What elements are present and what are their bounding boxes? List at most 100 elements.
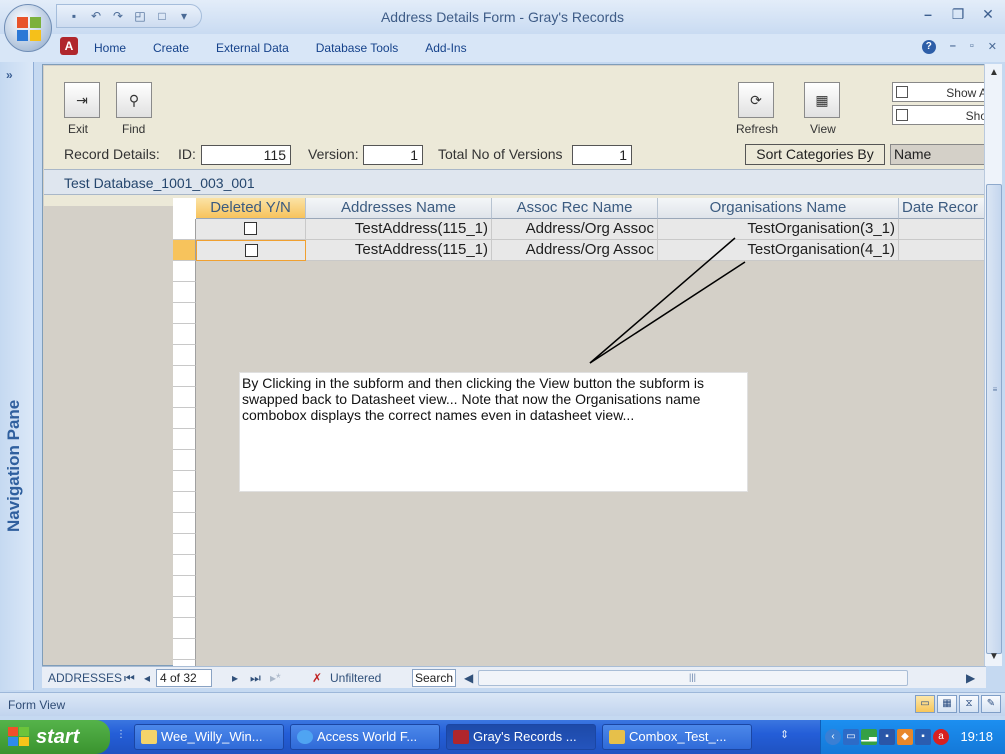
find-button[interactable]: ⚲ [116,82,152,118]
total-versions-label: Total No of Versions [438,146,563,162]
office-button[interactable] [4,4,52,52]
deleted-checkbox[interactable] [244,243,258,257]
navigation-pane[interactable]: » Navigation Pane [0,62,34,690]
deleted-checkbox-cell[interactable] [196,240,306,261]
last-record-icon[interactable]: ⏭ [250,671,261,686]
show-all-checkbox[interactable]: Show A [892,82,992,102]
monitor-icon[interactable]: ▪ [879,729,895,745]
scroll-down-icon[interactable]: ▼ [987,650,1001,664]
security-icon[interactable]: ◆ [897,729,913,745]
network-icon[interactable]: ▭ [843,729,859,745]
quick-launch-icon[interactable]: ⋮ [116,729,132,745]
antivirus-icon[interactable]: a [933,729,949,745]
empty-record-selector [173,429,196,450]
id-label: ID: [178,146,196,162]
record-selector[interactable] [173,219,196,240]
scroll-up-icon[interactable]: ▲ [987,66,1001,80]
form-view-icon[interactable]: ▭ [915,695,935,713]
help-icon[interactable]: ? [921,40,936,54]
refresh-button[interactable]: ⟳ [738,82,774,118]
empty-record-selector [173,492,196,513]
tray-arrow-icon[interactable]: ‹ [825,729,841,745]
version-field[interactable]: 1 [363,145,423,165]
start-button[interactable]: start [0,720,110,754]
tab-add-ins[interactable]: Add-Ins [425,41,466,55]
start-label: start [36,726,80,748]
exit-label: Exit [68,122,89,136]
task-access-world[interactable]: Access World F... [290,724,440,750]
show-checkbox[interactable]: Sho [892,105,992,125]
assoc-rec-name-cell[interactable]: Address/Org Assoc [492,219,658,240]
new-record-icon[interactable]: ▸* [270,671,281,685]
sort-by-combobox[interactable]: Name [890,144,990,165]
deleted-checkbox[interactable] [244,221,257,235]
version-label: Version: [308,146,359,162]
addresses-name-cell[interactable]: TestAddress(115_1) [306,219,492,240]
sort-categories-button[interactable]: Sort Categories By [745,144,885,165]
id-field[interactable]: 115 [201,145,291,165]
restore-icon[interactable]: ❐ [947,4,969,24]
col-assoc-rec-name[interactable]: Assoc Rec Name [492,198,658,219]
show-all-box[interactable] [896,86,908,98]
record-selector[interactable] [173,240,196,261]
exit-button[interactable]: ⇥ [64,82,100,118]
close-icon[interactable]: ✕ [977,4,999,24]
taskbar-overflow-icon[interactable]: ⇕ [780,728,789,741]
table-row[interactable]: TestAddress(115_1) Address/Org Assoc TestO… [196,219,985,240]
show-box[interactable] [896,109,908,121]
exit-door-icon: ⇥ [76,92,88,108]
empty-record-selector [173,471,196,492]
first-record-icon[interactable]: ⏮ [124,671,135,686]
signal-icon[interactable]: ▁▃ [861,729,877,745]
deleted-checkbox-cell[interactable] [196,219,306,240]
folder-icon [141,730,157,744]
office-logo-icon [17,17,41,41]
horizontal-scrollbar[interactable]: ||| [478,670,908,686]
organisations-name-cell[interactable]: TestOrganisation(4_1) [658,240,899,261]
task-access-world-label: Access World F... [317,729,418,744]
design-view-icon[interactable]: ✎ [981,695,1001,713]
organisations-name-cell[interactable]: TestOrganisation(3_1) [658,219,899,240]
addresses-name-cell[interactable]: TestAddress(115_1) [306,240,492,261]
tab-home[interactable]: Home [94,41,126,55]
tab-external-data[interactable]: External Data [216,41,289,55]
task-combox-test[interactable]: Combox_Test_... [602,724,752,750]
address-details-form: ⇥ Exit ⚲ Find ⟳ Refresh ▦ View Show A Sh… [42,64,992,681]
date-recorded-cell[interactable] [899,240,985,261]
datasheet-view-status-icon[interactable]: ▦ [937,695,957,713]
hscroll-right-icon[interactable]: ▶ [966,671,975,685]
col-addresses-name[interactable]: Addresses Name [306,198,492,219]
col-deleted[interactable]: Deleted Y/N [196,198,306,219]
app-tray-icon[interactable]: ▪ [915,729,931,745]
task-wee-willy[interactable]: Wee_Willy_Win... [134,724,284,750]
windows-taskbar: start ⋮ Wee_Willy_Win... Access World F.… [0,720,1005,754]
search-input[interactable]: Search [412,669,456,687]
refresh-label: Refresh [736,122,779,136]
current-record-field[interactable]: 4 of 32 [156,669,212,687]
col-date-recorded[interactable]: Date Recor [899,198,985,219]
navigation-pane-label: Navigation Pane [4,399,23,532]
previous-record-icon[interactable]: ◂ [144,671,150,685]
nav-expand-icon[interactable]: » [6,68,26,84]
date-recorded-cell[interactable] [899,219,985,240]
total-versions-field[interactable]: 1 [572,145,632,165]
tab-database-tools[interactable]: Database Tools [316,41,399,55]
view-button[interactable]: ▦ [804,82,840,118]
empty-record-selector [173,555,196,576]
doc-minimize-icon[interactable]: – [950,40,956,54]
hscroll-left-icon[interactable]: ◀ [464,671,473,685]
filter-status-button[interactable]: Unfiltered [330,671,381,685]
doc-restore-icon[interactable]: ▫ [970,40,974,54]
task-grays-records[interactable]: Gray's Records ... [446,724,596,750]
layout-view-icon[interactable]: ⧖ [959,695,979,713]
tab-create[interactable]: Create [153,41,189,55]
scroll-thumb[interactable]: ≡ [986,184,1002,654]
form-vertical-scrollbar[interactable]: ▲ ≡ ▼ [984,64,1002,666]
table-row[interactable]: TestAddress(115_1) Address/Org Assoc TestO… [196,240,985,261]
assoc-rec-name-cell[interactable]: Address/Org Assoc [492,240,658,261]
next-record-icon[interactable]: ▸ [232,671,238,685]
doc-close-icon[interactable]: ✕ [988,40,997,54]
col-organisations-name[interactable]: Organisations Name [658,198,899,219]
empty-record-selector [173,345,196,366]
minimize-icon[interactable]: – [917,4,939,24]
